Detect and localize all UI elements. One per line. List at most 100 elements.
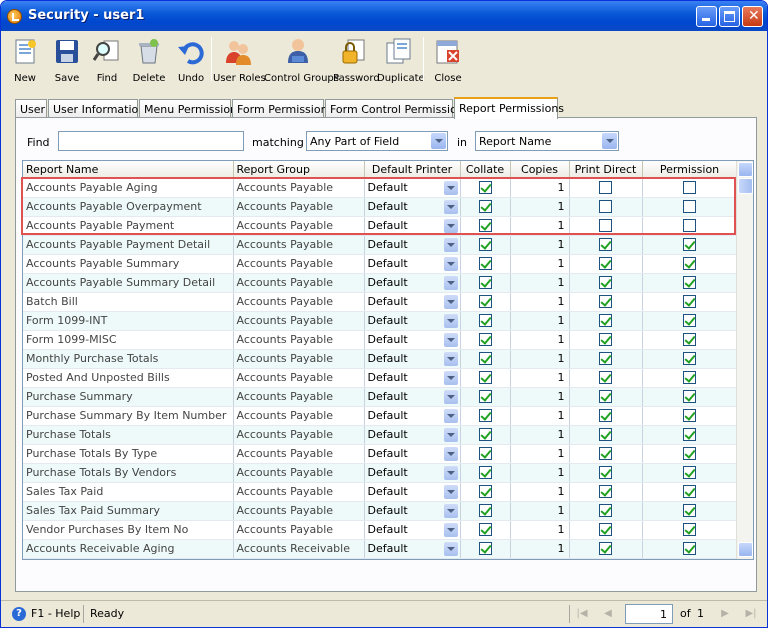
table-row[interactable]: Sales Tax Paid Accounts Payable Default 1 [23, 482, 738, 502]
table-row[interactable]: Monthly Purchase Totals Accounts Payable D… [23, 349, 738, 369]
last-page-icon[interactable]: ▶| [744, 607, 758, 621]
copies-cell[interactable]: 1 [510, 254, 570, 274]
collate-checkbox[interactable] [478, 428, 492, 442]
print-direct-checkbox[interactable] [599, 352, 612, 366]
print-direct-checkbox[interactable] [599, 333, 612, 347]
collate-checkbox[interactable] [478, 523, 492, 537]
default-printer-select[interactable]: Default [364, 539, 461, 559]
permission-checkbox[interactable] [683, 542, 696, 556]
collate-checkbox[interactable] [478, 352, 492, 366]
print-direct-checkbox[interactable] [599, 504, 612, 518]
collate-checkbox[interactable] [478, 542, 492, 556]
collate-checkbox[interactable] [478, 238, 492, 252]
collate-checkbox[interactable] [478, 276, 492, 290]
new-button[interactable]: New [7, 35, 43, 85]
maximize-button[interactable] [719, 6, 740, 27]
user-roles-button[interactable]: User Roles [213, 35, 266, 85]
column-header-default-printer[interactable]: Default Printer [364, 161, 461, 179]
table-row[interactable]: Accounts Receivable Aging Accounts Receiv… [23, 539, 738, 559]
permission-checkbox[interactable] [683, 409, 696, 423]
collate-checkbox[interactable] [478, 333, 492, 347]
scroll-up-button[interactable] [738, 162, 753, 177]
page-number-input[interactable]: 1 [625, 604, 673, 624]
vertical-scrollbar[interactable] [736, 161, 753, 559]
default-printer-select[interactable]: Default [364, 387, 461, 407]
copies-cell[interactable]: 1 [510, 520, 570, 540]
collate-checkbox[interactable] [478, 371, 492, 385]
table-row[interactable]: Batch Bill Accounts Payable Default 1 [23, 292, 738, 312]
print-direct-checkbox[interactable] [599, 485, 612, 499]
close-button[interactable]: Close [429, 35, 467, 85]
table-row[interactable]: Form 1099-INT Accounts Payable Default 1 [23, 311, 738, 331]
permission-checkbox[interactable] [683, 523, 696, 537]
undo-button[interactable]: Undo [171, 35, 211, 85]
tab-user[interactable]: User [15, 99, 47, 118]
print-direct-checkbox[interactable] [599, 447, 612, 461]
print-direct-checkbox[interactable] [599, 409, 612, 423]
copies-cell[interactable]: 1 [510, 482, 570, 502]
default-printer-select[interactable]: Default [364, 444, 461, 464]
default-printer-select[interactable]: Default [364, 254, 461, 274]
tab-menu-permissions[interactable]: Menu Permissions [139, 99, 243, 118]
collate-checkbox[interactable] [478, 504, 492, 518]
default-printer-select[interactable]: Default [364, 520, 461, 540]
collate-checkbox[interactable] [478, 409, 492, 423]
save-button[interactable]: Save [47, 35, 87, 85]
password-button[interactable]: Password [333, 35, 380, 85]
default-printer-select[interactable]: Default [364, 311, 461, 331]
find-input[interactable] [58, 131, 244, 151]
copies-cell[interactable]: 1 [510, 501, 570, 521]
table-row[interactable]: Accounts Payable Summary Accounts Payable… [23, 254, 738, 274]
copies-cell[interactable]: 1 [510, 273, 570, 293]
control-groups-button[interactable]: Control Groups [264, 35, 339, 85]
copies-cell[interactable]: 1 [510, 406, 570, 426]
find-button[interactable]: Find [87, 35, 127, 85]
table-row[interactable]: Sales Tax Paid Summary Accounts Payable De… [23, 501, 738, 521]
copies-cell[interactable]: 1 [510, 539, 570, 559]
print-direct-checkbox[interactable] [599, 276, 612, 290]
permission-checkbox[interactable] [683, 371, 696, 385]
permission-checkbox[interactable] [683, 466, 696, 480]
table-row[interactable]: Purchase Summary By Item Number Accounts … [23, 406, 738, 426]
print-direct-checkbox[interactable] [599, 523, 612, 537]
default-printer-select[interactable]: Default [364, 501, 461, 521]
default-printer-select[interactable]: Default [364, 292, 461, 312]
copies-cell[interactable]: 1 [510, 463, 570, 483]
print-direct-checkbox[interactable] [599, 542, 612, 556]
default-printer-select[interactable]: Default [364, 368, 461, 388]
tab-user-information[interactable]: User Information [48, 99, 145, 118]
permission-checkbox[interactable] [683, 333, 696, 347]
collate-checkbox[interactable] [478, 466, 492, 480]
print-direct-checkbox[interactable] [599, 314, 612, 328]
duplicate-button[interactable]: Duplicate [377, 35, 425, 85]
copies-cell[interactable]: 1 [510, 368, 570, 388]
collate-checkbox[interactable] [478, 390, 492, 404]
copies-cell[interactable]: 1 [510, 311, 570, 331]
tab-form-permissions[interactable]: Form Permissions [232, 99, 333, 118]
table-row[interactable]: Purchase Totals By Type Accounts Payable D… [23, 444, 738, 464]
collate-checkbox[interactable] [478, 314, 492, 328]
delete-button[interactable]: Delete [127, 35, 171, 85]
permission-checkbox[interactable] [683, 485, 696, 499]
default-printer-select[interactable]: Default [364, 349, 461, 369]
permission-checkbox[interactable] [683, 238, 696, 252]
copies-cell[interactable]: 1 [510, 330, 570, 350]
close-window-button[interactable]: ✕ [742, 6, 763, 27]
default-printer-select[interactable]: Default [364, 463, 461, 483]
permission-checkbox[interactable] [683, 257, 696, 271]
print-direct-checkbox[interactable] [599, 371, 612, 385]
print-direct-checkbox[interactable] [599, 390, 612, 404]
table-row[interactable]: Form 1099-MISC Accounts Payable Default 1 [23, 330, 738, 350]
permission-checkbox[interactable] [683, 428, 696, 442]
matching-select[interactable]: Any Part of Field [306, 131, 448, 151]
default-printer-select[interactable]: Default [364, 330, 461, 350]
table-row[interactable]: Purchase Totals Accounts Payable Default 1 [23, 425, 738, 445]
permission-checkbox[interactable] [683, 504, 696, 518]
next-page-icon[interactable]: ▶ [718, 607, 732, 621]
first-page-icon[interactable]: |◀ [575, 607, 589, 621]
column-header-collate[interactable]: Collate [460, 161, 511, 179]
collate-checkbox[interactable] [478, 485, 492, 499]
column-header-permission[interactable]: Permission [642, 161, 738, 179]
column-header-copies[interactable]: Copies [510, 161, 570, 179]
copies-cell[interactable]: 1 [510, 292, 570, 312]
